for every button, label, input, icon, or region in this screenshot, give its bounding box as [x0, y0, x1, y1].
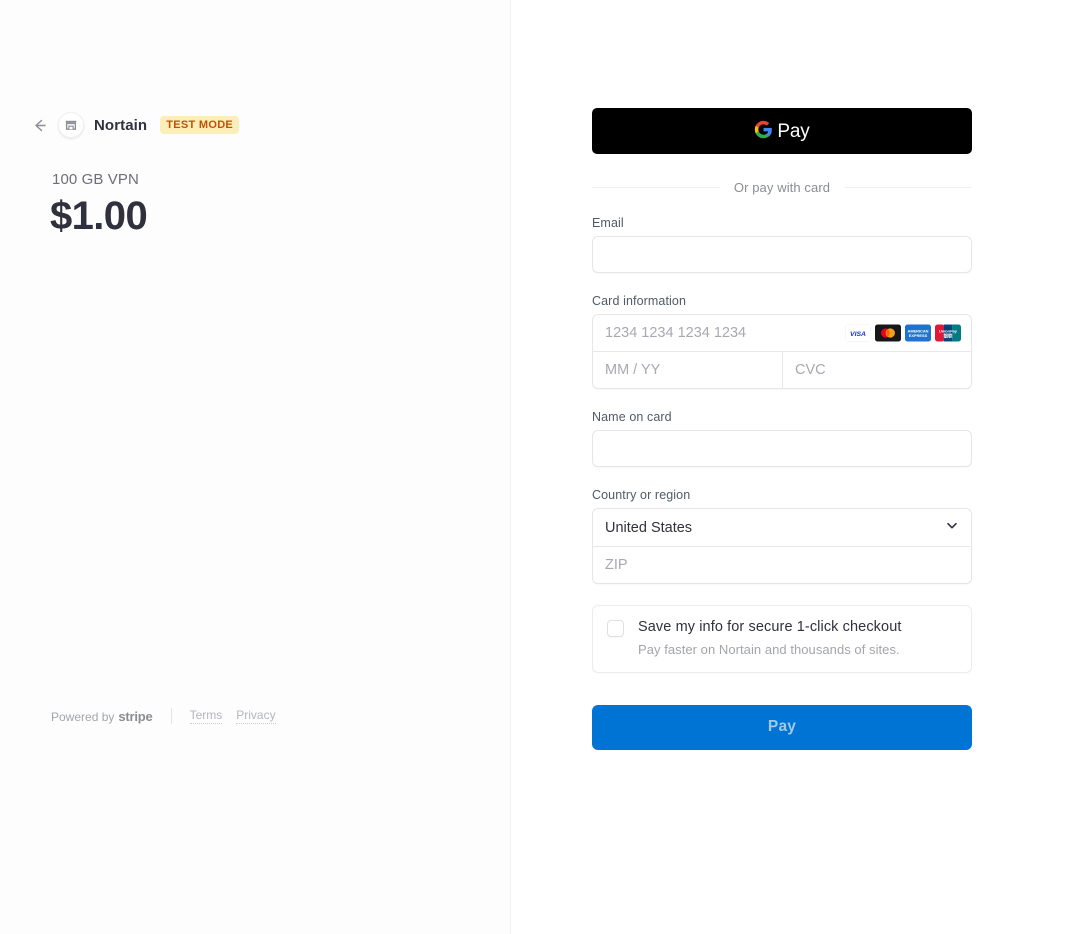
divider-line-left — [592, 187, 720, 188]
card-information-group: Card information VISA — [592, 294, 972, 389]
save-info-subtitle: Pay faster on Nortain and thousands of s… — [638, 642, 900, 658]
card-expiry-input[interactable] — [593, 352, 782, 388]
divider-label: Or pay with card — [733, 180, 831, 195]
or-pay-with-card-divider: Or pay with card — [592, 180, 972, 195]
zip-row — [593, 546, 971, 583]
save-info-text: Save my info for secure 1-click checkout… — [638, 619, 902, 658]
card-cvc-cell — [782, 352, 971, 388]
payment-panel: Pay Or pay with card Email Card informat… — [511, 0, 1073, 934]
back-arrow-icon[interactable] — [30, 116, 48, 134]
name-on-card-label: Name on card — [592, 410, 672, 424]
merchant-name: Nortain — [94, 116, 148, 134]
card-expiry-cvc-row — [593, 351, 971, 388]
country-zip-box: United States — [592, 508, 972, 584]
card-number-cell: VISA AMERICAN — [593, 315, 971, 351]
zip-cell — [593, 547, 971, 583]
email-input[interactable] — [592, 236, 972, 273]
country-region-group: Country or region United States — [592, 488, 972, 584]
product-price: $1.00 — [50, 194, 148, 238]
powered-by-label: Powered by — [51, 709, 115, 724]
stripe-wordmark: stripe — [118, 708, 153, 724]
email-label: Email — [592, 216, 624, 230]
card-information-box: VISA AMERICAN — [592, 314, 972, 389]
divider-line-right — [844, 187, 972, 188]
country-select-cell: United States — [593, 509, 971, 546]
card-expiry-cell — [593, 352, 782, 388]
card-number-input[interactable] — [593, 315, 971, 351]
country-region-label: Country or region — [592, 488, 691, 502]
save-info-title: Save my info for secure 1-click checkout — [638, 619, 902, 635]
payment-form: Pay Or pay with card Email Card informat… — [592, 108, 972, 750]
storefront-icon — [58, 112, 84, 138]
footer-divider — [170, 708, 172, 724]
card-number-row: VISA AMERICAN — [593, 315, 971, 351]
card-information-label: Card information — [592, 294, 687, 308]
zip-input[interactable] — [593, 547, 971, 583]
merchant-header: Nortain TEST MODE — [30, 112, 240, 138]
country-row: United States — [593, 509, 971, 546]
country-select[interactable]: United States — [593, 509, 971, 546]
email-field-group: Email — [592, 216, 972, 273]
pay-button[interactable]: Pay — [592, 704, 972, 750]
name-on-card-group: Name on card — [592, 410, 972, 467]
save-info-checkbox[interactable] — [607, 620, 624, 637]
checkout-page: Nortain TEST MODE 100 GB VPN $1.00 Power… — [0, 0, 1073, 934]
footer: Powered by stripe Terms Privacy — [51, 708, 276, 724]
save-info-box[interactable]: Save my info for secure 1-click checkout… — [592, 605, 972, 673]
terms-link[interactable]: Terms — [189, 708, 223, 724]
privacy-link[interactable]: Privacy — [236, 708, 276, 724]
test-mode-badge: TEST MODE — [160, 115, 240, 135]
google-g-icon — [754, 120, 773, 142]
card-cvc-input[interactable] — [783, 352, 971, 388]
powered-by-stripe: Powered by stripe — [51, 709, 153, 724]
google-pay-button[interactable]: Pay — [592, 108, 972, 154]
order-summary-panel: Nortain TEST MODE 100 GB VPN $1.00 Power… — [0, 0, 511, 934]
name-on-card-input[interactable] — [592, 430, 972, 467]
product-name: 100 GB VPN — [52, 171, 139, 188]
google-pay-label: Pay — [777, 120, 810, 142]
